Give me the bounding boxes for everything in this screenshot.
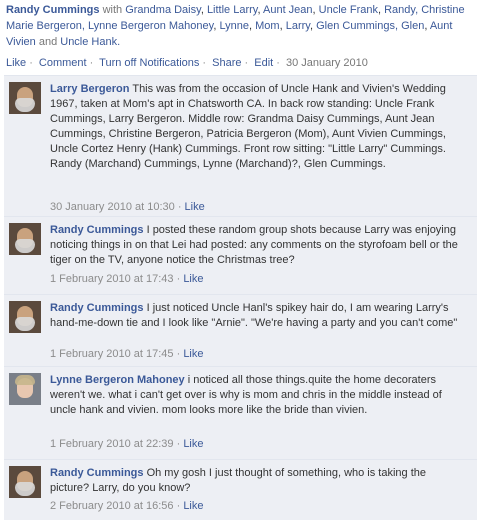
comment-item: Randy Cummings I just noticed Uncle Hanl… — [4, 294, 477, 366]
tag-link[interactable]: Uncle Hank. — [60, 36, 120, 48]
tag-link[interactable]: Aunt Jean — [263, 4, 313, 16]
comment-item: Lynne Bergeron Mahoney i noticed all tho… — [4, 366, 477, 459]
tag-link[interactable]: Mom — [255, 20, 279, 32]
tag-link[interactable]: Lynne Bergeron Mahoney — [88, 20, 213, 32]
comment-meta: 1 February 2010 at 17:45 · Like — [50, 348, 204, 360]
like-button[interactable]: Like — [183, 438, 203, 450]
comment-meta: 1 February 2010 at 17:43 · Like — [50, 273, 204, 285]
comment-author-link[interactable]: Randy Cummings — [50, 467, 144, 479]
tag-link[interactable]: Randy, — [384, 4, 418, 16]
and-word: and — [38, 36, 58, 48]
comment-item: Larry Bergeron This was from the occasio… — [4, 75, 477, 216]
comment-meta: 2 February 2010 at 16:56 · Like — [50, 500, 204, 512]
avatar[interactable] — [9, 373, 41, 405]
tag-link[interactable]: Larry — [286, 20, 310, 32]
post-author-link[interactable]: Randy Cummings — [6, 4, 100, 16]
comment-meta: 1 February 2010 at 22:39 · Like — [50, 438, 204, 450]
comment-item: Randy Cummings I posted these random gro… — [4, 216, 477, 294]
avatar-hair — [15, 375, 35, 385]
separator-dot: · — [244, 57, 249, 69]
comment-body: Randy Cummings Oh my gosh I just thought… — [50, 466, 468, 496]
comment-body: Randy Cummings I just noticed Uncle Hanl… — [50, 301, 468, 331]
comment-item: Randy Cummings Oh my gosh I just thought… — [4, 459, 477, 521]
tag-link[interactable]: Glen — [401, 20, 424, 32]
like-button[interactable]: Like — [6, 57, 26, 69]
avatar-beard — [15, 239, 35, 253]
separator-dot: · — [89, 57, 94, 69]
comment-timestamp[interactable]: 1 February 2010 at 17:43 — [50, 273, 174, 285]
separator-dot: · — [202, 57, 207, 69]
tag-link[interactable]: Glen — [316, 20, 339, 32]
like-button[interactable]: Like — [183, 500, 203, 512]
comment-timestamp[interactable]: 2 February 2010 at 16:56 — [50, 500, 174, 512]
post-header: Randy Cummings with Grandma Daisy, Littl… — [6, 4, 465, 48]
share-button[interactable]: Share — [212, 57, 241, 69]
comment-author-link[interactable]: Lynne Bergeron Mahoney — [50, 374, 185, 386]
tag-link[interactable]: Lynne — [219, 20, 249, 32]
comment-timestamp[interactable]: 1 February 2010 at 22:39 — [50, 438, 174, 450]
comment-text: This was from the occasion of Uncle Hank… — [50, 83, 446, 170]
avatar-beard — [15, 482, 35, 496]
edit-button[interactable]: Edit — [254, 57, 273, 69]
comment-body: Lynne Bergeron Mahoney i noticed all tho… — [50, 373, 468, 418]
avatar[interactable] — [9, 82, 41, 114]
comment-body: Larry Bergeron This was from the occasio… — [50, 82, 468, 172]
separator-dot: · — [276, 57, 280, 69]
like-button[interactable]: Like — [183, 348, 203, 360]
comment-button[interactable]: Comment — [39, 57, 87, 69]
tag-link[interactable]: Cummings, — [342, 20, 398, 32]
avatar-beard — [15, 317, 35, 331]
facebook-post: Randy Cummings with Grandma Daisy, Littl… — [0, 0, 481, 520]
avatar-beard — [15, 98, 35, 112]
like-button[interactable]: Like — [183, 273, 203, 285]
tag-link[interactable]: Little Larry — [207, 4, 258, 16]
comment-meta: 30 January 2010 at 10:30 · Like — [50, 201, 205, 213]
tag-link[interactable]: Uncle Frank — [319, 4, 378, 16]
comment-author-link[interactable]: Randy Cummings — [50, 224, 144, 236]
comment-list: Larry Bergeron This was from the occasio… — [4, 75, 477, 520]
comment-author-link[interactable]: Larry Bergeron — [50, 83, 129, 95]
avatar[interactable] — [9, 301, 41, 333]
notifications-button[interactable]: Turn off Notifications — [99, 57, 199, 69]
tag-link[interactable]: Grandma Daisy — [125, 4, 201, 16]
comment-timestamp[interactable]: 1 February 2010 at 17:45 — [50, 348, 174, 360]
comment-body: Randy Cummings I posted these random gro… — [50, 223, 468, 268]
avatar[interactable] — [9, 223, 41, 255]
like-button[interactable]: Like — [185, 201, 205, 213]
post-date: 30 January 2010 — [285, 57, 368, 69]
with-word: with — [102, 4, 123, 16]
comment-timestamp[interactable]: 30 January 2010 at 10:30 — [50, 201, 175, 213]
avatar[interactable] — [9, 466, 41, 498]
comment-author-link[interactable]: Randy Cummings — [50, 302, 144, 314]
post-actions: Like · Comment · Turn off Notifications · S… — [6, 56, 368, 70]
separator-dot: · — [29, 57, 33, 69]
